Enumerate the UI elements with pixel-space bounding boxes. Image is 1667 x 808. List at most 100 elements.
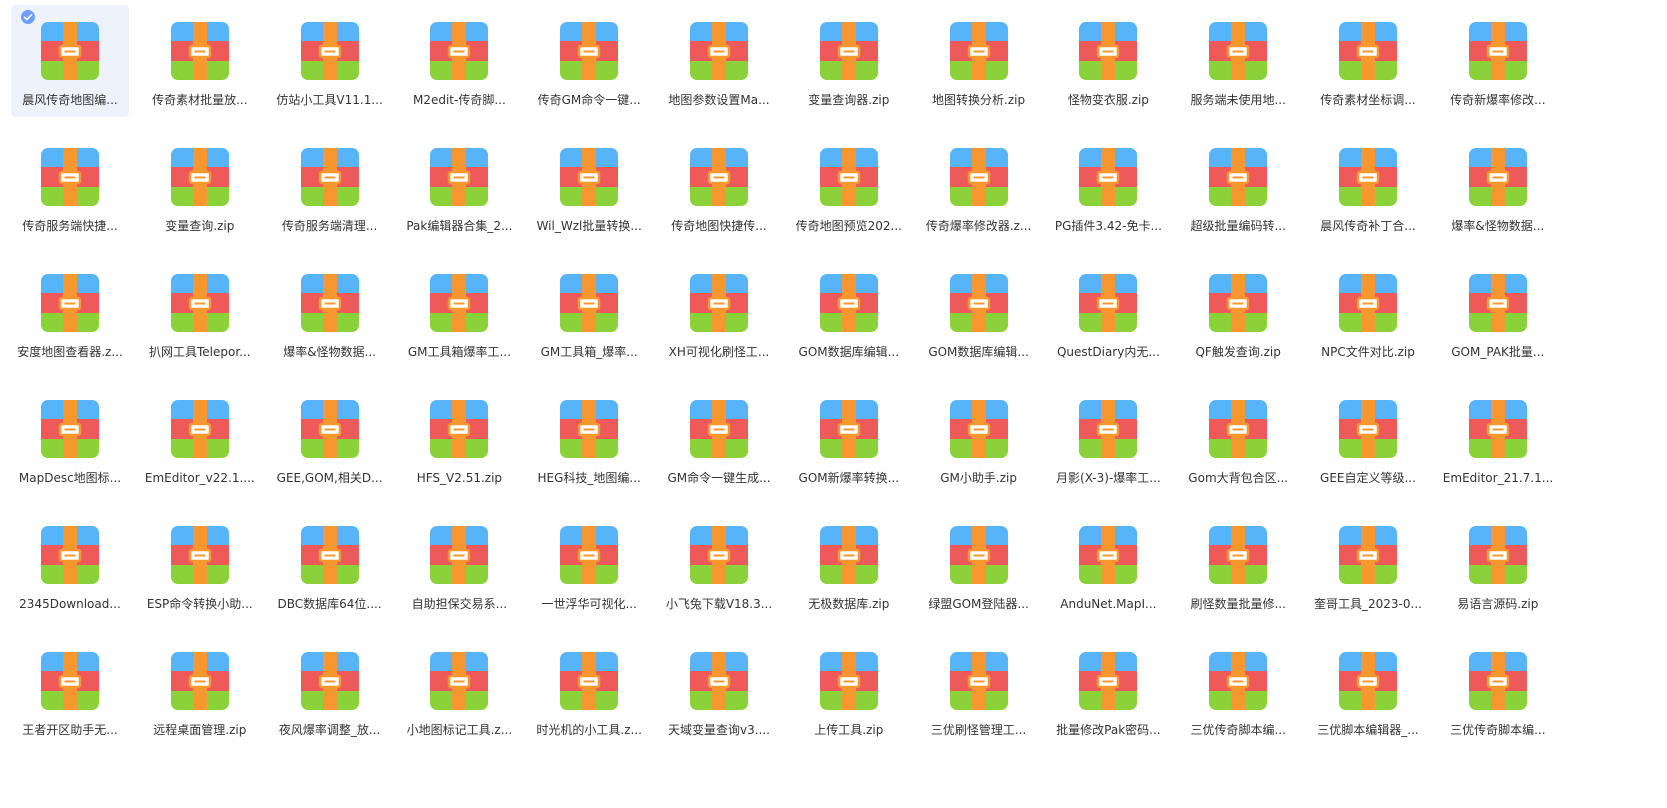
file-item[interactable]: 仿站小工具V11.1... [271, 5, 389, 117]
zip-archive-icon [560, 400, 619, 458]
file-item[interactable]: Pak编辑器合集_2... [400, 131, 518, 243]
file-name-label: 三优脚本编辑器_... [1317, 723, 1419, 737]
file-item[interactable]: 晨风传奇地图编... [11, 5, 129, 117]
file-item[interactable]: 无极数据库.zip [790, 509, 908, 621]
file-name-label: 夜风爆率调整_放... [278, 723, 381, 737]
file-item[interactable]: 三优传奇脚本编... [1179, 635, 1297, 747]
zip-archive-icon [949, 274, 1008, 332]
file-item[interactable]: 远程桌面管理.zip [141, 635, 259, 747]
file-item[interactable]: GOM数据库编辑... [790, 257, 908, 369]
file-item[interactable]: 三优脚本编辑器_... [1309, 635, 1427, 747]
file-item[interactable]: 传奇GM命令一键... [530, 5, 648, 117]
file-item[interactable]: 夜风爆率调整_放... [271, 635, 389, 747]
file-item[interactable]: QF触发查询.zip [1179, 257, 1297, 369]
file-name-label: 易语言源码.zip [1457, 597, 1539, 611]
file-item[interactable]: HEG科技_地图编... [530, 383, 648, 495]
file-item[interactable]: 怪物变衣服.zip [1049, 5, 1167, 117]
file-item[interactable]: GOM新爆率转换... [790, 383, 908, 495]
file-name-label: 服务端未使用地... [1190, 93, 1286, 107]
zip-archive-icon [41, 274, 99, 332]
file-item[interactable]: GOM数据库编辑... [920, 257, 1038, 369]
file-item[interactable]: EmEditor_v22.1.... [141, 383, 259, 495]
file-item[interactable]: GOM_PAK批量... [1439, 257, 1557, 369]
file-item[interactable]: 传奇服务端清理... [271, 131, 389, 243]
file-item[interactable]: 奎哥工具_2023-0... [1309, 509, 1427, 621]
file-item[interactable]: 晨风传奇补丁合... [1309, 131, 1427, 243]
file-name-label: HEG科技_地图编... [537, 471, 641, 485]
file-item[interactable]: 批量修改Pak密码... [1049, 635, 1167, 747]
file-item[interactable]: 时光机的小工具.z... [530, 635, 648, 747]
file-item[interactable]: GEE,GOM,相关D... [271, 383, 389, 495]
file-item[interactable]: 传奇爆率修改器.z... [920, 131, 1038, 243]
zip-archive-icon [430, 526, 489, 584]
file-item[interactable]: 服务端未使用地... [1179, 5, 1297, 117]
file-item[interactable]: 变量查询.zip [141, 131, 259, 243]
file-item[interactable]: M2edit-传奇脚... [400, 5, 518, 117]
file-item[interactable]: 刷怪数量批量修... [1179, 509, 1297, 621]
file-item[interactable]: XH可视化刷怪工... [660, 257, 778, 369]
file-name-label: GM工具箱爆率工... [407, 345, 511, 359]
file-item[interactable]: GM小助手.zip [920, 383, 1038, 495]
file-item[interactable]: 传奇服务端快捷... [11, 131, 129, 243]
file-item[interactable]: GEE自定义等级... [1309, 383, 1427, 495]
file-item[interactable]: 扒网工具Telepor... [141, 257, 259, 369]
file-item[interactable]: MapDesc地图标... [11, 383, 129, 495]
file-item[interactable]: 三优刷怪管理工... [920, 635, 1038, 747]
zip-archive-icon [1079, 400, 1138, 458]
file-item[interactable]: 变量查询器.zip [790, 5, 908, 117]
zip-archive-icon [560, 274, 619, 332]
file-name-label: 上传工具.zip [814, 723, 884, 737]
file-item[interactable]: 传奇素材批量放... [141, 5, 259, 117]
file-item[interactable]: 自助担保交易系... [400, 509, 518, 621]
file-item[interactable]: 地图转换分析.zip [920, 5, 1038, 117]
file-item[interactable]: 绿盟GOM登陆器... [920, 509, 1038, 621]
zip-archive-icon [300, 22, 359, 80]
zip-archive-icon [1339, 652, 1397, 710]
file-item[interactable]: 小飞兔下载V18.3... [660, 509, 778, 621]
file-item[interactable]: QuestDiary内无... [1049, 257, 1167, 369]
checkmark-icon[interactable] [21, 10, 35, 24]
file-item[interactable]: 月影(X-3)-爆率工... [1049, 383, 1167, 495]
file-item[interactable]: NPC文件对比.zip [1309, 257, 1427, 369]
file-item[interactable]: 传奇新爆率修改... [1439, 5, 1557, 117]
file-item[interactable]: PG插件3.42-免卡... [1049, 131, 1167, 243]
zip-archive-icon [300, 274, 359, 332]
file-item[interactable]: GM工具箱_爆率... [530, 257, 648, 369]
file-name-label: GOM新爆率转换... [798, 471, 900, 485]
file-name-label: 传奇地图预览202... [795, 219, 902, 233]
zip-archive-icon [1468, 148, 1527, 206]
file-item[interactable]: 2345Download... [11, 509, 129, 621]
zip-archive-icon [1339, 526, 1397, 584]
zip-archive-icon [1468, 22, 1527, 80]
file-item[interactable]: HFS_V2.51.zip [400, 383, 518, 495]
file-item[interactable]: DBC数据库64位.... [271, 509, 389, 621]
file-item[interactable]: 上传工具.zip [790, 635, 908, 747]
zip-archive-icon [819, 148, 878, 206]
file-name-label: GOM_PAK批量... [1451, 345, 1545, 359]
zip-archive-icon [560, 526, 619, 584]
file-item[interactable]: Wil_Wzl批量转换... [530, 131, 648, 243]
file-item[interactable]: EmEditor_21.7.1... [1439, 383, 1557, 495]
file-item[interactable]: 易语言源码.zip [1439, 509, 1557, 621]
file-item[interactable]: AnduNet.MapI... [1049, 509, 1167, 621]
file-item[interactable]: 一世浮华可视化... [530, 509, 648, 621]
file-item[interactable]: 超级批量编码转... [1179, 131, 1297, 243]
file-item[interactable]: 传奇地图预览202... [790, 131, 908, 243]
file-name-label: 三优刷怪管理工... [930, 723, 1027, 737]
file-item[interactable]: 传奇地图快捷传... [660, 131, 778, 243]
file-name-label: GOM数据库编辑... [798, 345, 900, 359]
file-item[interactable]: 爆率&怪物数据... [1439, 131, 1557, 243]
file-item[interactable]: GM命令一键生成... [660, 383, 778, 495]
file-item[interactable]: 三优传奇脚本编... [1439, 635, 1557, 747]
file-item[interactable]: 王者开区助手无... [11, 635, 129, 747]
file-item[interactable]: 小地图标记工具.z... [400, 635, 518, 747]
file-item[interactable]: GM工具箱爆率工... [400, 257, 518, 369]
file-item[interactable]: 传奇素材坐标调... [1309, 5, 1427, 117]
file-item[interactable]: ESP命令转换小助... [141, 509, 259, 621]
file-item[interactable]: 地图参数设置Ma... [660, 5, 778, 117]
file-item[interactable]: 爆率&怪物数据... [271, 257, 389, 369]
file-item[interactable]: 天域变量查询v3.... [660, 635, 778, 747]
file-item[interactable]: 安度地图查看器.z... [11, 257, 129, 369]
zip-archive-icon [430, 652, 489, 710]
file-item[interactable]: Gom大背包合区... [1179, 383, 1297, 495]
